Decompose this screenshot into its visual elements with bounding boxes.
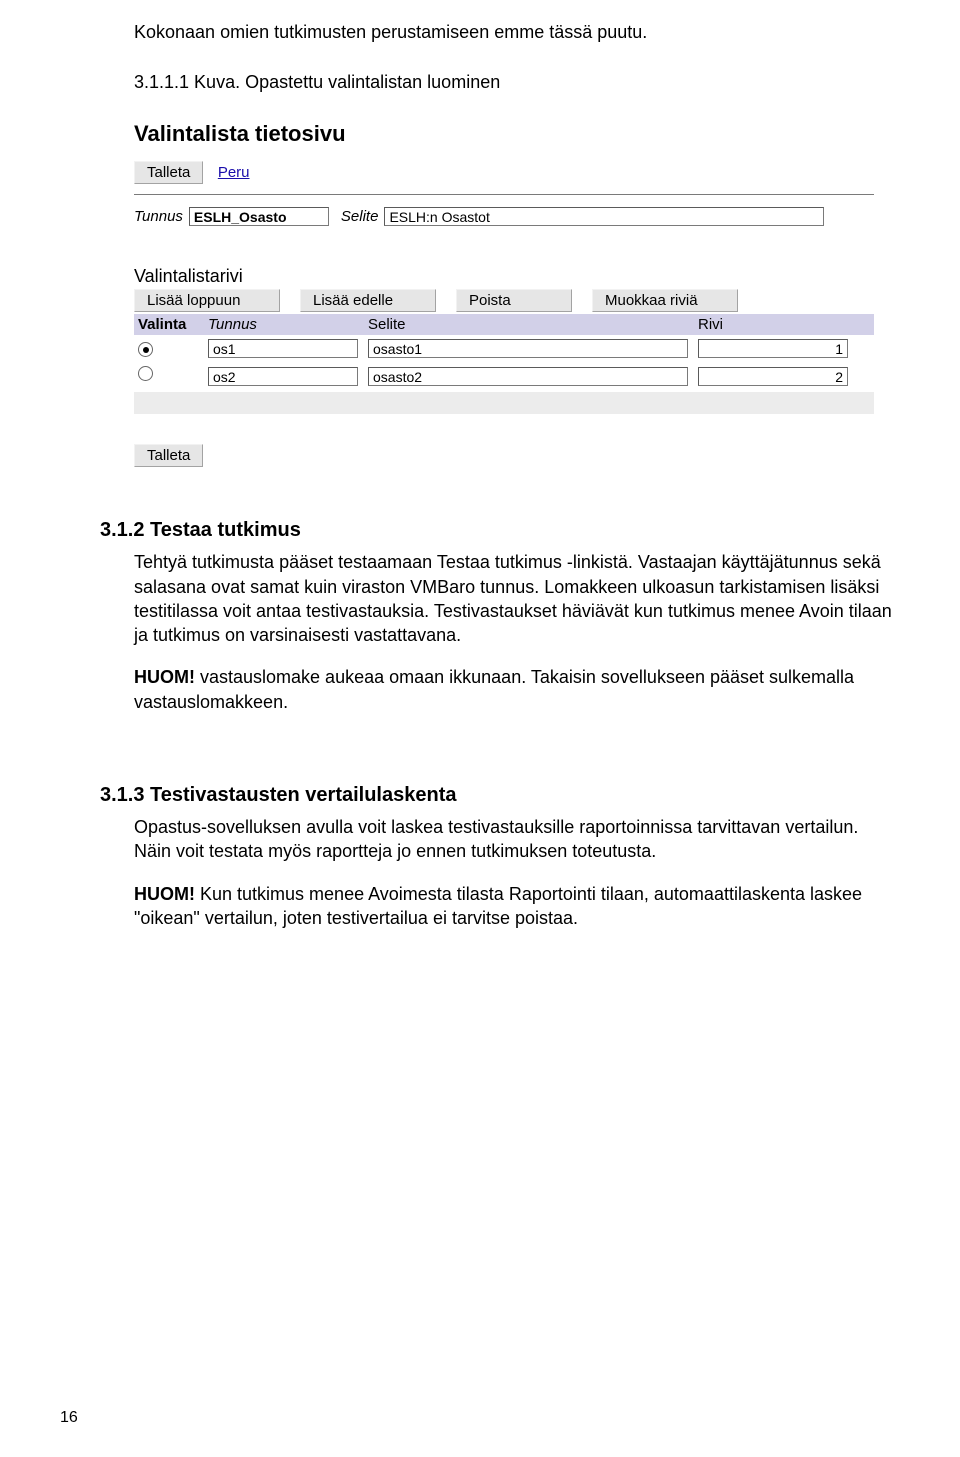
row2-rivi-input[interactable]: 2 — [698, 367, 848, 386]
sec312-p1: Tehtyä tutkimusta pääset testaamaan Test… — [134, 552, 892, 645]
intro-text: Kokonaan omien tutkimusten perustamiseen… — [134, 20, 900, 44]
header-tunnus: Tunnus — [208, 316, 358, 333]
section-312: 3.1.2 Testaa tutkimus Tehtyä tutkimusta … — [134, 517, 900, 647]
table-row: os2 osasto2 2 — [134, 362, 874, 390]
sec313-p1: Opastus-sovelluksen avulla voit laskea t… — [134, 817, 858, 861]
header-selite: Selite — [368, 316, 688, 333]
sec313-title: 3.1.3 Testivastausten vertailulaskenta — [100, 782, 900, 809]
huom-label: HUOM! — [134, 667, 195, 687]
lisaa-loppuun-button[interactable]: Lisää loppuun — [134, 289, 280, 312]
huom-label: HUOM! — [134, 884, 195, 904]
sec312-huom-text: vastauslomake aukeaa omaan ikkunaan. Tak… — [134, 667, 854, 711]
row2-tunnus-input[interactable]: os2 — [208, 367, 358, 386]
divider — [134, 194, 874, 195]
header-rivi: Rivi — [698, 316, 848, 333]
lisaa-edelle-button[interactable]: Lisää edelle — [300, 289, 436, 312]
figure-caption: 3.1.1.1 Kuva. Opastettu valintalistan lu… — [134, 72, 900, 93]
talleta-button[interactable]: Talleta — [134, 161, 203, 184]
row1-selite-input[interactable]: osasto1 — [368, 339, 688, 358]
header-valinta: Valinta — [138, 316, 198, 333]
stripe-row — [134, 392, 874, 414]
screenshot-title: Valintalista tietosivu — [134, 121, 874, 147]
table-row: os1 osasto1 1 — [134, 335, 874, 362]
valintalistarivi-heading: Valintalistarivi — [134, 266, 874, 287]
sec313-huom: HUOM! Kun tutkimus menee Avoimesta tilas… — [134, 882, 900, 931]
sec313-huom-text: Kun tutkimus menee Avoimesta tilasta Rap… — [134, 884, 862, 928]
sec312-title: 3.1.2 Testaa tutkimus — [100, 517, 900, 544]
row1-tunnus-input[interactable]: os1 — [208, 339, 358, 358]
radio-row-1[interactable] — [138, 342, 153, 357]
selite-input[interactable]: ESLH:n Osastot — [384, 207, 824, 226]
section-313: 3.1.3 Testivastausten vertailulaskenta O… — [134, 782, 900, 864]
talleta-button-bottom[interactable]: Talleta — [134, 444, 203, 467]
tunnus-selite-row: Tunnus ESLH_Osasto Selite ESLH:n Osastot — [134, 207, 874, 226]
stripe-row — [134, 416, 874, 438]
tunnus-input[interactable]: ESLH_Osasto — [189, 207, 329, 226]
row-action-buttons: Lisää loppuun Lisää edelle Poista Muokka… — [134, 289, 874, 312]
radio-row-2[interactable] — [138, 366, 153, 381]
top-action-row: Talleta Peru — [134, 161, 874, 184]
muokkaa-rivia-button[interactable]: Muokkaa riviä — [592, 289, 738, 312]
selite-label: Selite — [341, 208, 379, 225]
sec312-huom: HUOM! vastauslomake aukeaa omaan ikkunaa… — [134, 665, 900, 714]
table-header-row: Valinta Tunnus Selite Rivi — [134, 314, 874, 335]
row1-rivi-input[interactable]: 1 — [698, 339, 848, 358]
embedded-screenshot: Valintalista tietosivu Talleta Peru Tunn… — [134, 121, 874, 467]
poista-button[interactable]: Poista — [456, 289, 572, 312]
tunnus-label: Tunnus — [134, 208, 183, 225]
peru-link[interactable]: Peru — [218, 164, 250, 181]
page-number: 16 — [60, 1409, 78, 1427]
row2-selite-input[interactable]: osasto2 — [368, 367, 688, 386]
